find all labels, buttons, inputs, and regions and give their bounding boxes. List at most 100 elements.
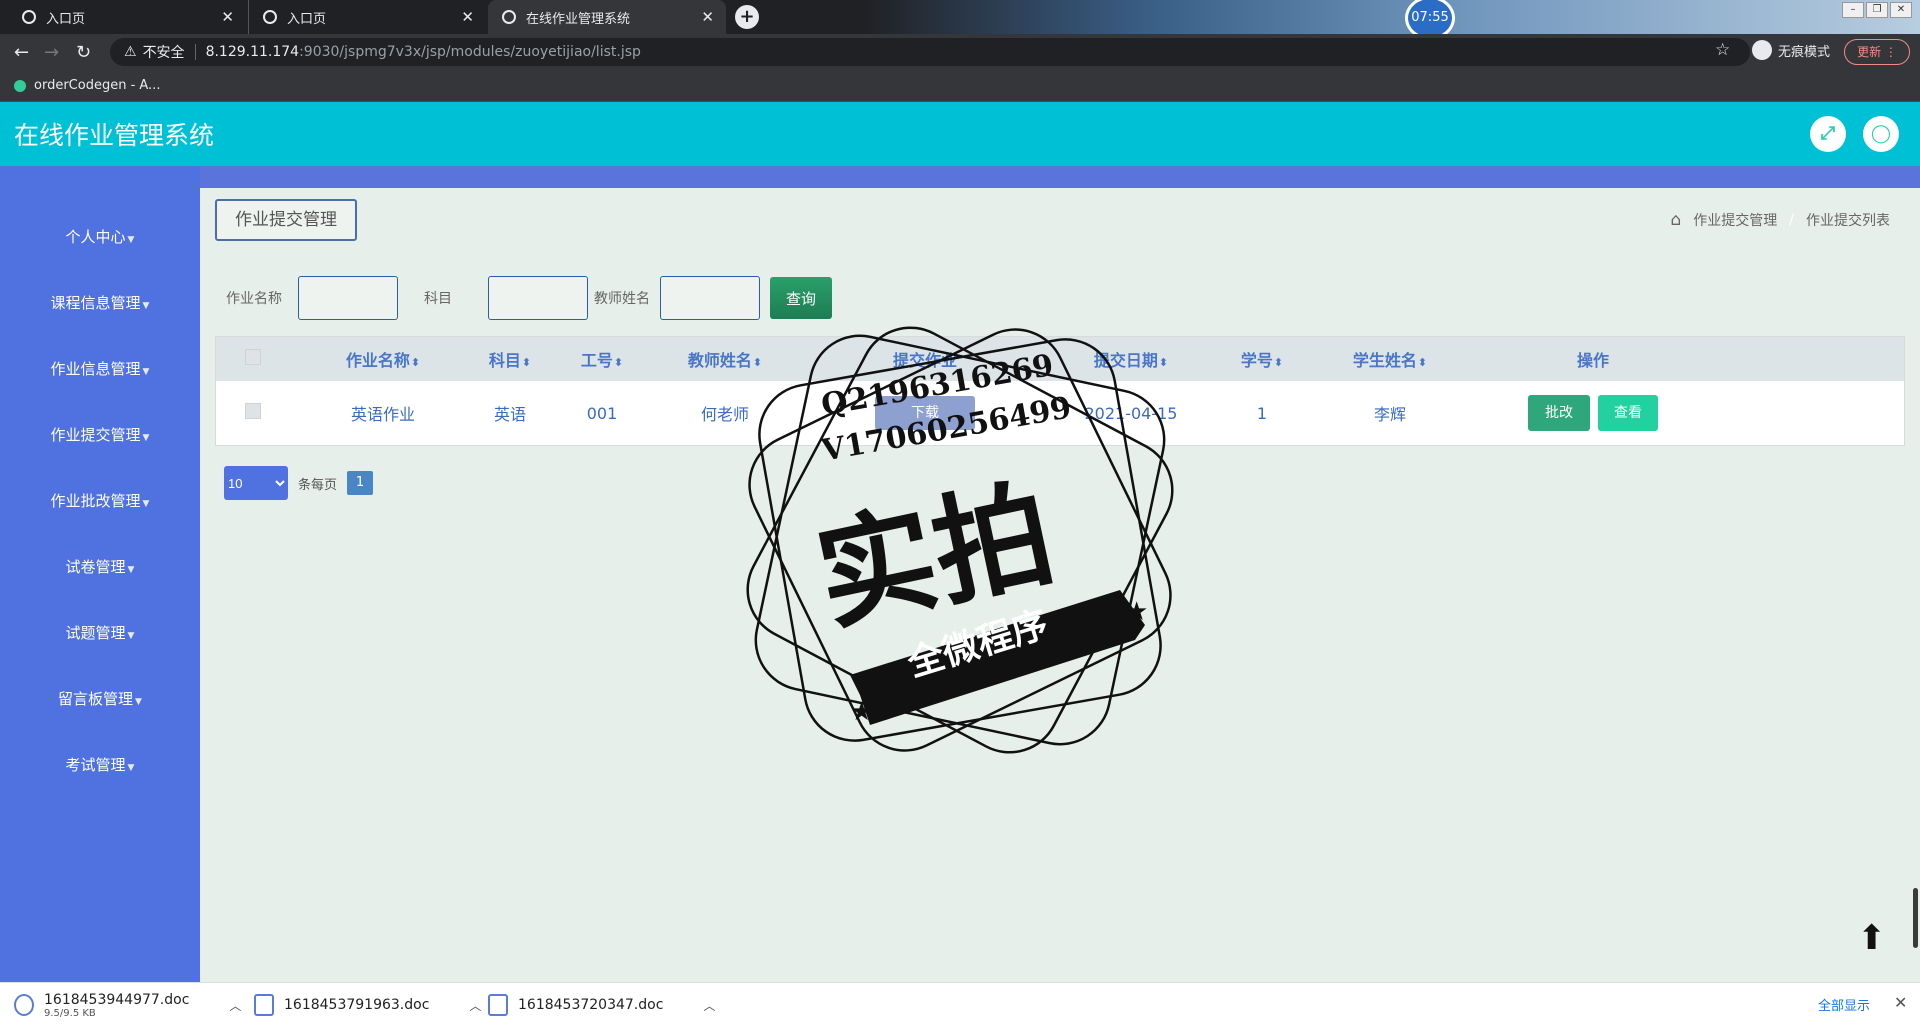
close-icon[interactable]: ✕ bbox=[1894, 993, 1907, 1012]
column-header[interactable]: 工号⬍ bbox=[544, 347, 660, 371]
search-form: 作业名称 科目 教师姓名 查询 bbox=[226, 275, 832, 321]
download-size: 9.5/9.5 KB bbox=[44, 1007, 96, 1019]
close-icon[interactable]: ✕ bbox=[461, 8, 474, 26]
breadcrumb-item[interactable]: 作业提交管理 bbox=[1693, 210, 1777, 230]
back-icon[interactable]: ← bbox=[14, 42, 29, 63]
download-item[interactable]: 1618453791963.doc ︿ bbox=[254, 983, 481, 1026]
main-content: 作业提交管理 ⌂ 作业提交管理 / 作业提交列表 作业名称 科目 教师姓名 查询… bbox=[200, 188, 1920, 982]
column-header[interactable]: 学号⬍ bbox=[1202, 347, 1322, 371]
sidebar-item-homework-grading[interactable]: 作业批改管理 ▼ bbox=[0, 490, 200, 511]
minimize-icon[interactable]: – bbox=[1842, 2, 1864, 18]
globe-icon bbox=[263, 10, 277, 24]
sidebar-item-questions[interactable]: 试题管理 ▼ bbox=[0, 622, 200, 643]
download-filename: 1618453944977.doc bbox=[44, 991, 190, 1008]
caret-down-icon: ▼ bbox=[127, 565, 135, 575]
table-header: 作业名称⬍ 科目⬍ 工号⬍ 教师姓名⬍ 提交作业 提交日期⬍ 学号⬍ 学生姓名⬍… bbox=[216, 337, 1904, 381]
url-host: 8.129.11.174 bbox=[205, 44, 300, 60]
incognito-indicator[interactable]: 无痕模式 bbox=[1752, 40, 1830, 60]
new-tab-button[interactable]: + bbox=[735, 5, 759, 29]
subject-input[interactable] bbox=[488, 276, 588, 320]
column-header[interactable]: 作业名称⬍ bbox=[290, 347, 476, 371]
reload-icon[interactable]: ↻ bbox=[76, 42, 91, 63]
chevron-up-icon[interactable]: ︿ bbox=[229, 997, 241, 1014]
url-path: :9030/jspmg7v3x/jsp/modules/zuoyetijiao/… bbox=[299, 44, 641, 60]
sidebar-item-exam-papers[interactable]: 试卷管理 ▼ bbox=[0, 556, 200, 577]
sidebar-item-homework-info[interactable]: 作业信息管理 ▼ bbox=[0, 358, 200, 379]
browser-tab[interactable]: 入口页 ✕ bbox=[248, 0, 486, 34]
column-header[interactable]: 提交日期⬍ bbox=[1060, 347, 1202, 371]
download-item[interactable]: 1618453944977.doc 9.5/9.5 KB ︿ bbox=[14, 983, 241, 1026]
download-button[interactable]: 下载 bbox=[875, 396, 975, 430]
column-header[interactable]: 科目⬍ bbox=[476, 347, 544, 371]
sidebar-item-exams[interactable]: 考试管理 ▼ bbox=[0, 754, 200, 775]
breadcrumb-divider: / bbox=[1789, 212, 1794, 228]
show-all-downloads-link[interactable]: 全部显示 bbox=[1818, 995, 1870, 1014]
bookmark-item[interactable]: orderCodegen - A... bbox=[14, 78, 160, 93]
update-button[interactable]: 更新 ⋮ bbox=[1844, 39, 1910, 65]
sort-icon: ⬍ bbox=[752, 356, 763, 369]
query-button[interactable]: 查询 bbox=[770, 277, 832, 319]
app-header: 在线作业管理系统 ⤢ ◯ bbox=[0, 102, 1920, 166]
sidebar-item-course-info[interactable]: 课程信息管理 ▼ bbox=[0, 292, 200, 313]
row-select-cell bbox=[216, 403, 290, 423]
home-icon[interactable]: ⌂ bbox=[1670, 210, 1681, 230]
page-number-button[interactable]: 1 bbox=[347, 471, 374, 495]
url-field[interactable]: ⚠ 不安全 8.129.11.174:9030/jspmg7v3x/jsp/mo… bbox=[110, 38, 1750, 66]
browser-tab[interactable]: 入口页 ✕ bbox=[8, 0, 246, 34]
homework-name-input[interactable] bbox=[298, 276, 398, 320]
sidebar-item-label: 试卷管理 bbox=[65, 558, 126, 576]
fullscreen-icon[interactable]: ⤢ bbox=[1810, 116, 1846, 152]
close-icon[interactable]: ✕ bbox=[701, 8, 714, 26]
forward-icon[interactable]: → bbox=[44, 42, 59, 63]
column-header-label: 学号 bbox=[1240, 351, 1273, 370]
cell-submission: 下载 bbox=[790, 396, 1060, 430]
sidebar-item-homework-submission[interactable]: 作业提交管理 ▼ bbox=[0, 424, 200, 445]
sidebar: 个人中心 ▼ 课程信息管理 ▼ 作业信息管理 ▼ 作业提交管理 ▼ 作业批改管理 ▼ 试卷… bbox=[0, 166, 200, 982]
window-controls: – ❐ ✕ bbox=[1842, 2, 1912, 18]
column-header[interactable]: 教师姓名⬍ bbox=[660, 347, 790, 371]
scrollbar[interactable] bbox=[1913, 888, 1918, 948]
sidebar-item-personal-center[interactable]: 个人中心 ▼ bbox=[0, 226, 200, 247]
teacher-name-input[interactable] bbox=[660, 276, 760, 320]
bookmark-star-icon[interactable]: ☆ bbox=[1715, 40, 1730, 60]
pagination: 10 条每页 1 bbox=[224, 466, 374, 500]
sidebar-item-label: 课程信息管理 bbox=[50, 294, 141, 312]
breadcrumb-item-current: 作业提交列表 bbox=[1806, 213, 1890, 229]
close-window-icon[interactable]: ✕ bbox=[1890, 2, 1912, 18]
cell-student-no: 1 bbox=[1256, 403, 1268, 423]
security-label: 不安全 bbox=[142, 45, 185, 61]
grade-button[interactable]: 批改 bbox=[1528, 395, 1590, 431]
sort-icon: ⬍ bbox=[1417, 356, 1428, 369]
row-checkbox[interactable] bbox=[245, 403, 261, 419]
download-item[interactable]: 1618453720347.doc ︿ bbox=[488, 983, 715, 1026]
table-row: 英语作业 英语 001 何老师 下载 2021-04-15 1 李辉 批改 查看 bbox=[216, 381, 1904, 445]
chevron-up-icon[interactable]: ︿ bbox=[469, 997, 481, 1014]
cell-actions: 批改 查看 bbox=[1458, 395, 1728, 431]
user-icon[interactable]: ◯ bbox=[1863, 116, 1899, 152]
download-filename: 1618453720347.doc bbox=[518, 997, 664, 1013]
per-page-label: 条每页 bbox=[298, 477, 338, 493]
chevron-up-icon[interactable]: ︿ bbox=[703, 997, 715, 1014]
browser-tab-bar: 入口页 ✕ 入口页 ✕ 在线作业管理系统 ✕ + 07:55 – ❐ ✕ bbox=[0, 0, 1920, 40]
download-bar: 1618453944977.doc 9.5/9.5 KB ︿ 161845379… bbox=[0, 982, 1920, 1026]
close-icon[interactable]: ✕ bbox=[221, 8, 234, 26]
subject-label: 科目 bbox=[424, 291, 452, 307]
column-header-label: 作业名称 bbox=[345, 351, 410, 370]
restore-icon[interactable]: ❐ bbox=[1866, 2, 1888, 18]
sidebar-item-label: 作业信息管理 bbox=[50, 360, 141, 378]
sort-icon: ⬍ bbox=[613, 356, 624, 369]
column-header-label: 科目 bbox=[488, 351, 521, 370]
browser-tab-active[interactable]: 在线作业管理系统 ✕ bbox=[488, 0, 726, 34]
column-header[interactable]: 学生姓名⬍ bbox=[1322, 347, 1458, 371]
sidebar-item-message-board[interactable]: 留言板管理 ▼ bbox=[0, 688, 200, 709]
select-all-checkbox[interactable] bbox=[245, 349, 261, 365]
page-size-select[interactable]: 10 bbox=[224, 466, 288, 500]
view-button[interactable]: 查看 bbox=[1598, 395, 1658, 431]
breadcrumb: ⌂ 作业提交管理 / 作业提交列表 bbox=[1670, 210, 1890, 230]
caret-down-icon: ▼ bbox=[142, 367, 150, 377]
caret-down-icon: ▼ bbox=[142, 301, 150, 311]
download-filename: 1618453791963.doc bbox=[284, 997, 430, 1013]
back-to-top-icon[interactable]: ⬆ bbox=[1858, 918, 1887, 958]
caret-down-icon: ▼ bbox=[127, 631, 135, 641]
header-strip bbox=[0, 166, 1920, 188]
